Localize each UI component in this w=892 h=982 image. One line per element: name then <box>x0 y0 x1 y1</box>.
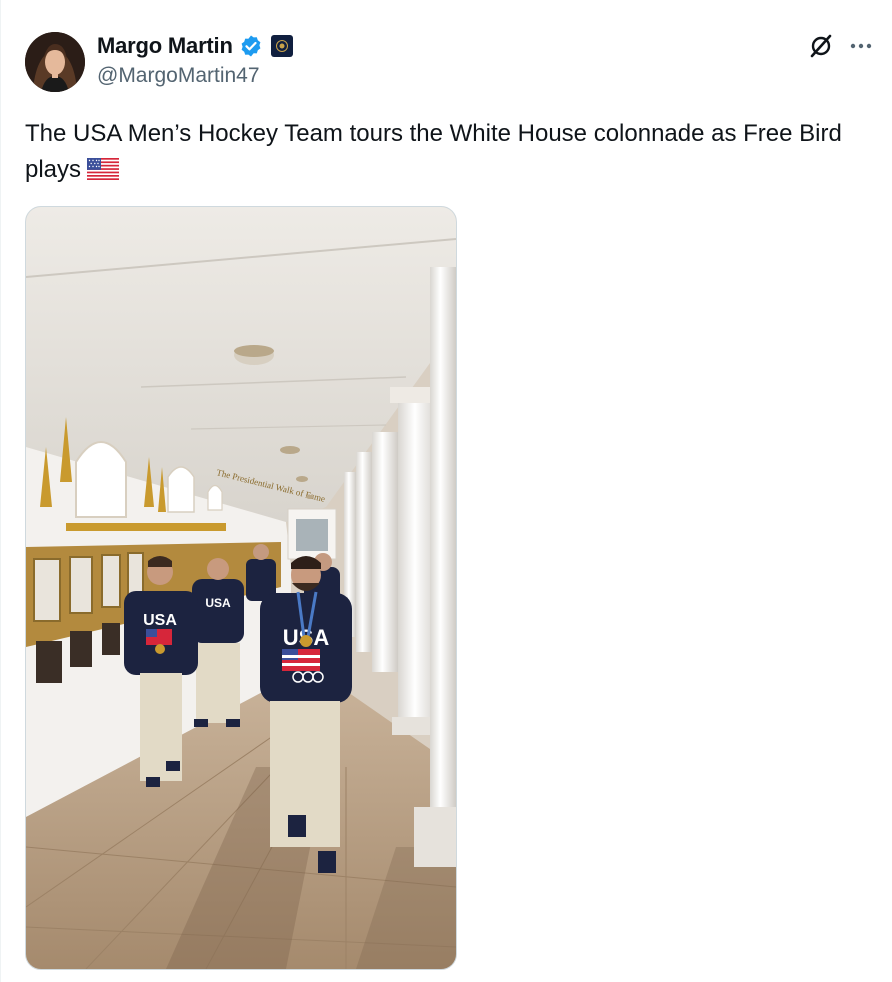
timeline-border <box>0 0 1 982</box>
more-options-button[interactable] <box>846 31 876 61</box>
us-flag-emoji <box>87 155 120 191</box>
verified-badge-icon[interactable] <box>239 34 263 58</box>
tweet-text: The USA Men’s Hockey Team tours the Whit… <box>25 116 865 191</box>
sweater-text: USA <box>205 596 231 610</box>
avatar-image <box>25 32 85 92</box>
avatar[interactable] <box>25 32 85 92</box>
affiliate-badge-icon[interactable] <box>270 35 293 57</box>
display-name[interactable]: Margo Martin <box>97 33 233 59</box>
tweet-body: The USA Men’s Hockey Team tours the Whit… <box>25 120 842 183</box>
tweet-media[interactable]: The Presidential Walk of Fame USA USA <box>25 206 457 970</box>
author-handle[interactable]: @MargoMartin47 <box>97 64 260 88</box>
sweater-text: USA <box>143 612 177 629</box>
player-figure: USA <box>192 558 244 727</box>
more-dots-icon <box>850 43 872 49</box>
grok-button[interactable] <box>806 31 836 61</box>
author-name-row: Margo Martin <box>97 31 293 61</box>
grok-icon <box>810 34 832 58</box>
player-figure: USA <box>260 556 352 873</box>
media-image-colonnade: The Presidential Walk of Fame USA USA <box>26 207 456 969</box>
